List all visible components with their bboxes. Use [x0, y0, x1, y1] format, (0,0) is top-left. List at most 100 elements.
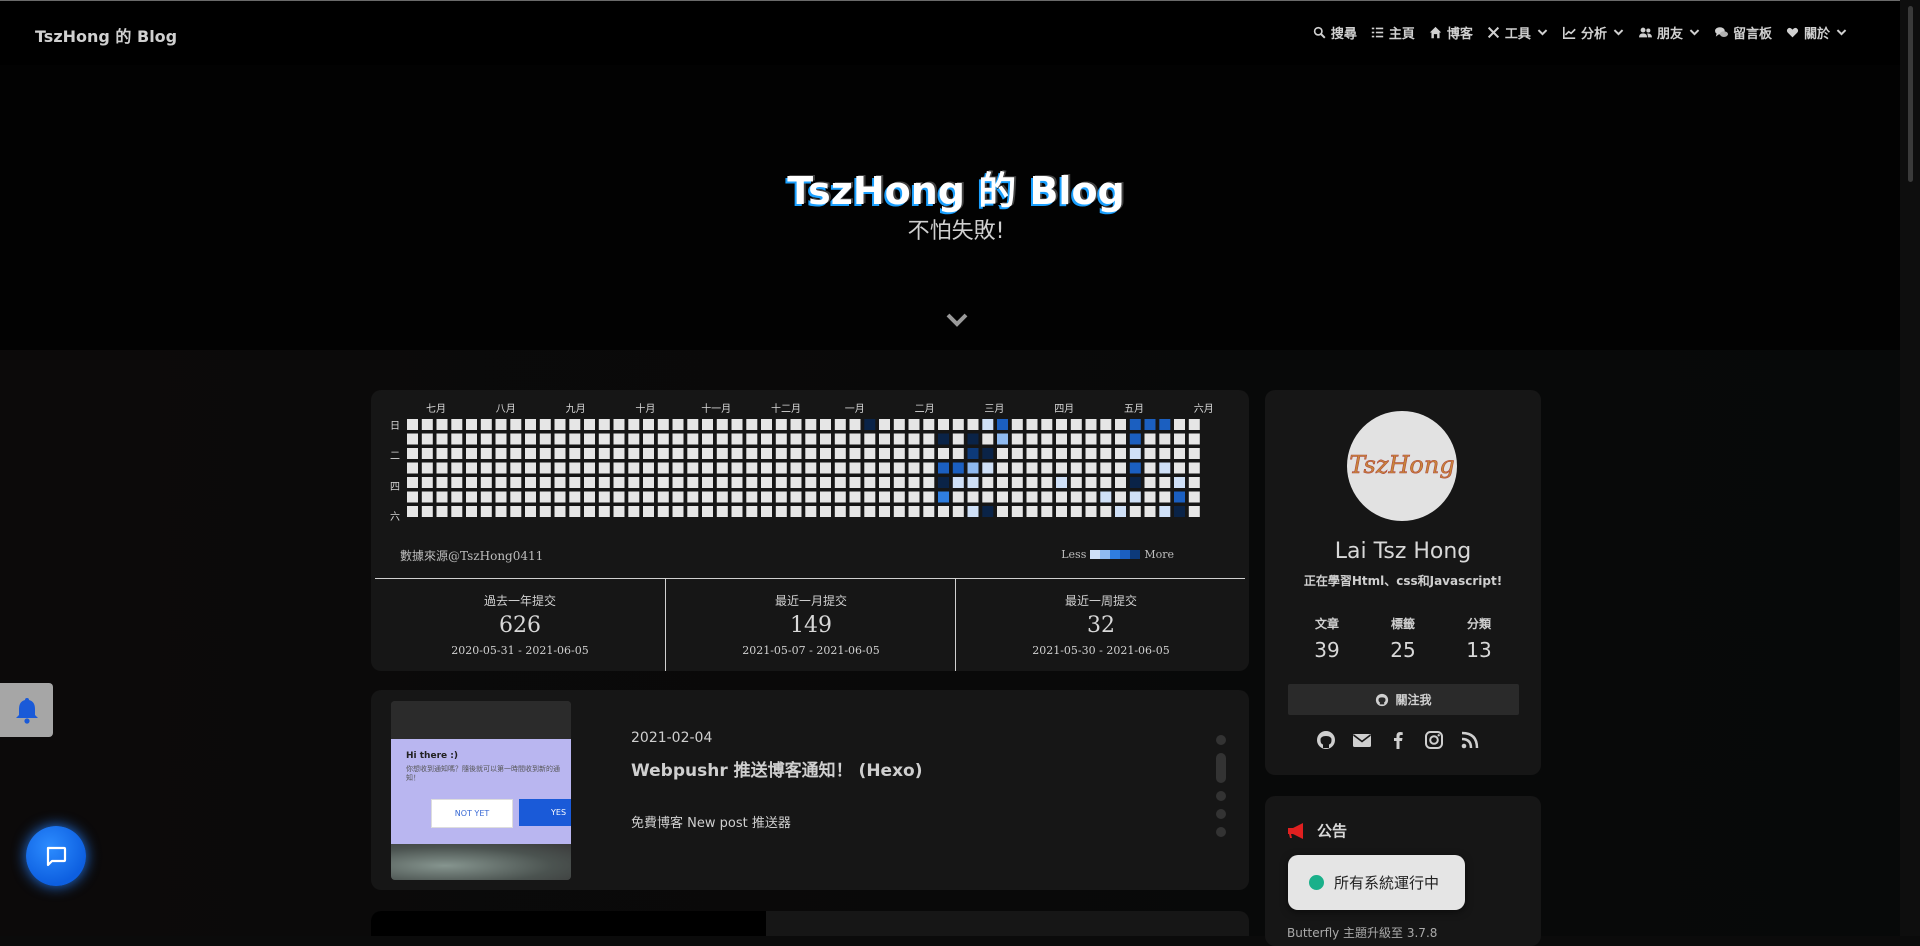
contribution-cell[interactable]	[746, 448, 758, 459]
contribution-cell[interactable]	[1144, 477, 1156, 488]
contribution-cell[interactable]	[834, 491, 846, 503]
contribution-cell[interactable]	[480, 433, 492, 445]
contribution-cell[interactable]	[628, 506, 640, 517]
contribution-cell[interactable]	[1041, 462, 1053, 474]
contribution-cell[interactable]	[938, 506, 949, 517]
rss-icon[interactable]	[1460, 730, 1480, 750]
contribution-cell[interactable]	[879, 477, 890, 488]
contribution-cell[interactable]	[407, 491, 418, 503]
contribution-cell[interactable]	[687, 462, 699, 474]
contribution-cell[interactable]	[672, 448, 684, 459]
contribution-cell[interactable]	[879, 448, 890, 459]
contribution-cell[interactable]	[510, 448, 522, 459]
contribution-cell[interactable]	[731, 491, 743, 503]
contribution-cell[interactable]	[834, 433, 846, 445]
contribution-cell[interactable]	[790, 433, 802, 445]
contribution-cell[interactable]	[451, 448, 463, 459]
contribution-cell[interactable]	[967, 419, 979, 430]
contribution-cell[interactable]	[879, 462, 890, 474]
contribution-cell[interactable]	[613, 477, 625, 488]
post-thumbnail[interactable]: Hi there :) 你想收到通知嗎？隨後就可以第一時間收到新的通知！ NOT…	[391, 701, 571, 880]
contribution-cell[interactable]	[628, 477, 640, 488]
contribution-cell[interactable]	[1056, 506, 1067, 517]
contribution-cell[interactable]	[480, 419, 492, 430]
contribution-cell[interactable]	[584, 506, 595, 517]
contribution-cell[interactable]	[1144, 491, 1156, 503]
contribution-cell[interactable]	[923, 491, 935, 503]
contribution-cell[interactable]	[923, 433, 935, 445]
contribution-cell[interactable]	[613, 433, 625, 445]
contribution-cell[interactable]	[672, 462, 684, 474]
contribution-cell[interactable]	[952, 477, 964, 488]
contribution-cell[interactable]	[1056, 419, 1067, 430]
contribution-cell[interactable]	[672, 491, 684, 503]
contribution-cell[interactable]	[834, 477, 846, 488]
contribution-cell[interactable]	[554, 477, 566, 488]
contribution-cell[interactable]	[495, 477, 507, 488]
contribution-cell[interactable]	[967, 433, 979, 445]
contribution-cell[interactable]	[923, 477, 935, 488]
contribution-cell[interactable]	[1144, 419, 1156, 430]
contribution-cell[interactable]	[657, 477, 669, 488]
contribution-cell[interactable]	[938, 433, 949, 445]
contribution-cell[interactable]	[702, 419, 713, 430]
contribution-cell[interactable]	[407, 448, 418, 459]
contribution-cell[interactable]	[731, 419, 743, 430]
contribution-cell[interactable]	[746, 462, 758, 474]
contribution-cell[interactable]	[805, 477, 817, 488]
contribution-cell[interactable]	[407, 477, 418, 488]
github-icon[interactable]	[1316, 730, 1336, 750]
contribution-cell[interactable]	[584, 433, 595, 445]
contribution-cell[interactable]	[598, 491, 610, 503]
contribution-cell[interactable]	[1188, 491, 1200, 503]
contribution-cell[interactable]	[1100, 419, 1112, 430]
contribution-cell[interactable]	[495, 419, 507, 430]
contribution-cell[interactable]	[584, 491, 595, 503]
contribution-cell[interactable]	[1085, 448, 1097, 459]
contribution-cell[interactable]	[1041, 506, 1053, 517]
contribution-cell[interactable]	[746, 477, 758, 488]
contribution-cell[interactable]	[525, 433, 536, 445]
contribution-cell[interactable]	[997, 477, 1008, 488]
nav-item-home-list[interactable]: 主頁	[1371, 23, 1415, 42]
contribution-cell[interactable]	[569, 419, 581, 430]
contribution-cell[interactable]	[982, 448, 994, 459]
contribution-cell[interactable]	[716, 433, 728, 445]
contribution-cell[interactable]	[628, 491, 640, 503]
contribution-cell[interactable]	[761, 491, 772, 503]
contribution-cell[interactable]	[466, 419, 477, 430]
contribution-cell[interactable]	[820, 448, 831, 459]
contribution-cell[interactable]	[1085, 433, 1097, 445]
contribution-cell[interactable]	[1011, 462, 1023, 474]
contribution-cell[interactable]	[864, 462, 876, 474]
contribution-cell[interactable]	[643, 462, 654, 474]
contribution-cell[interactable]	[554, 506, 566, 517]
contribution-cell[interactable]	[923, 448, 935, 459]
contribution-cell[interactable]	[495, 506, 507, 517]
contribution-cell[interactable]	[938, 477, 949, 488]
contribution-cell[interactable]	[421, 491, 433, 503]
site-name-link[interactable]: TszHong 的 Blog	[35, 23, 177, 47]
contribution-cell[interactable]	[864, 448, 876, 459]
contribution-cell[interactable]	[908, 506, 920, 517]
contribution-cell[interactable]	[510, 462, 522, 474]
contribution-cell[interactable]	[893, 448, 905, 459]
contribution-cell[interactable]	[967, 506, 979, 517]
contribution-cell[interactable]	[952, 433, 964, 445]
contribution-cell[interactable]	[1188, 433, 1200, 445]
contribution-cell[interactable]	[702, 448, 713, 459]
contribution-cell[interactable]	[1144, 433, 1156, 445]
post-title-link[interactable]: Webpushr 推送博客通知！ (Hexo)	[631, 756, 923, 781]
contribution-cell[interactable]	[1070, 448, 1082, 459]
contribution-cell[interactable]	[480, 477, 492, 488]
contribution-cell[interactable]	[790, 506, 802, 517]
contribution-cell[interactable]	[421, 419, 433, 430]
contribution-cell[interactable]	[525, 506, 536, 517]
contribution-cell[interactable]	[731, 448, 743, 459]
contribution-cell[interactable]	[1026, 506, 1038, 517]
contribution-cell[interactable]	[761, 477, 772, 488]
contribution-cell[interactable]	[864, 506, 876, 517]
contribution-cell[interactable]	[554, 491, 566, 503]
contribution-cell[interactable]	[1100, 433, 1112, 445]
github-user-link[interactable]: @TszHong0411	[448, 549, 543, 563]
